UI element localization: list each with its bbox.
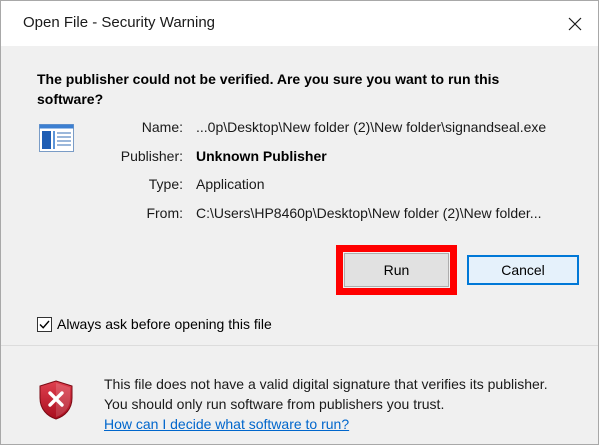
close-icon — [568, 17, 582, 30]
footer-message: This file does not have a valid digital … — [104, 374, 574, 434]
warning-question: The publisher could not be verified. Are… — [37, 71, 500, 107]
type-label: Type: — [148, 176, 183, 192]
close-button[interactable] — [552, 1, 598, 46]
window-title: Open File - Security Warning — [23, 14, 216, 31]
always-ask-checkbox-row[interactable]: Always ask before opening this file — [37, 314, 272, 334]
dialog-content: The publisher could not be verified. Are… — [1, 46, 598, 345]
checkmark-icon — [39, 320, 50, 329]
title-bar: Open File - Security Warning — [1, 1, 598, 46]
type-value: Application — [196, 176, 265, 192]
cancel-button[interactable]: Cancel — [467, 255, 579, 285]
name-label: Name: — [141, 119, 183, 135]
dialog-footer: This file does not have a valid digital … — [1, 346, 598, 444]
security-shield-icon — [39, 380, 73, 420]
run-button[interactable]: Run — [344, 253, 449, 287]
always-ask-checkbox[interactable] — [37, 316, 52, 332]
security-warning-dialog: Open File - Security Warning The publish… — [0, 0, 599, 445]
publisher-value: Unknown Publisher — [196, 148, 327, 164]
from-label: From: — [146, 205, 183, 221]
help-link[interactable]: How can I decide what software to run? — [104, 416, 349, 432]
publisher-label: Publisher: — [120, 148, 183, 164]
always-ask-label: Always ask before opening this file — [57, 316, 272, 332]
footer-warning-text: This file does not have a valid digital … — [104, 376, 548, 412]
from-value: C:\Users\HP8460p\Desktop\New folder (2)\… — [196, 205, 542, 221]
name-value: ...0p\Desktop\New folder (2)\New folder\… — [196, 119, 547, 135]
